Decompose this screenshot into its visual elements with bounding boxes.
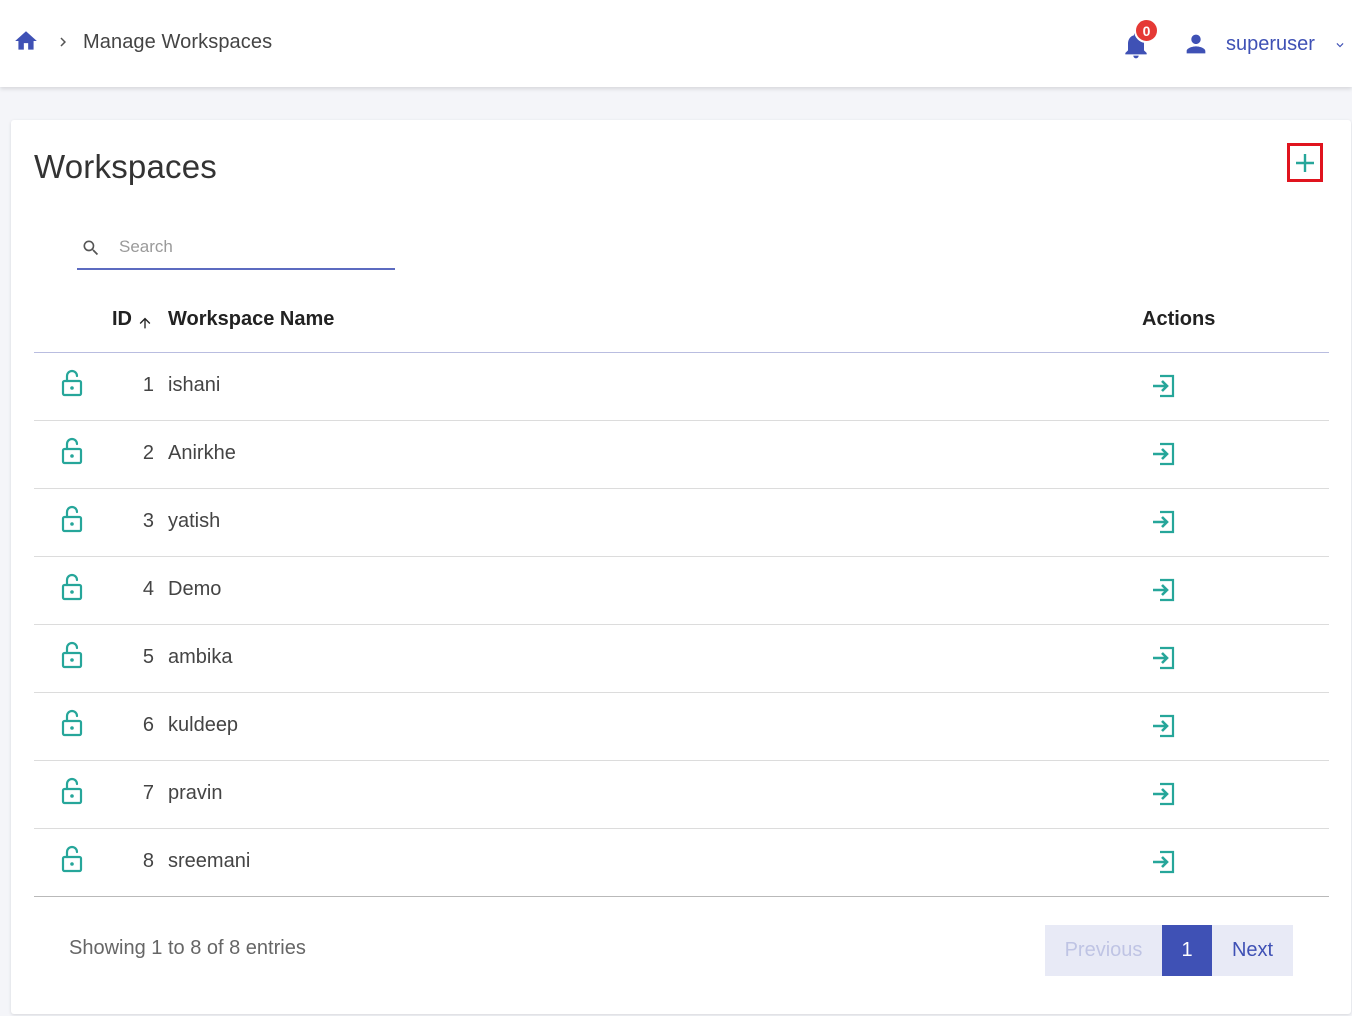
lock-open-icon[interactable]	[60, 777, 84, 805]
add-workspace-button[interactable]	[1287, 143, 1323, 182]
cell-workspace-name: kuldeep	[168, 714, 239, 736]
arrow-up-icon[interactable]	[137, 314, 153, 332]
next-page-button[interactable]: Next	[1212, 925, 1293, 976]
search-field	[77, 224, 395, 270]
cell-workspace-name: yatish	[168, 510, 221, 532]
lock-open-icon[interactable]	[60, 505, 84, 533]
table-row: 8 sreemani	[34, 829, 1329, 897]
user-menu-name[interactable]: superuser	[1226, 33, 1315, 56]
chevron-right-icon	[60, 37, 66, 47]
lock-open-icon[interactable]	[60, 641, 84, 669]
workspaces-card: Workspaces ID Workspace Name Actions 1 i…	[11, 120, 1351, 1014]
table-body: 1 ishani 2 Anirkhe 3 yatish 4 Demo 5 amb…	[34, 353, 1329, 897]
lock-open-icon[interactable]	[60, 437, 84, 465]
table-row: 5 ambika	[34, 625, 1329, 693]
login-icon[interactable]	[1150, 712, 1178, 740]
search-icon	[83, 240, 99, 256]
cell-id: 3	[142, 510, 154, 532]
login-icon[interactable]	[1150, 848, 1178, 876]
home-icon[interactable]	[12, 28, 40, 54]
cell-id: 8	[142, 850, 154, 872]
column-header-id[interactable]: ID	[112, 308, 132, 331]
notification-badge: 0	[1134, 18, 1159, 43]
cell-id: 6	[142, 714, 154, 736]
table-row: 6 kuldeep	[34, 693, 1329, 761]
table-row: 7 pravin	[34, 761, 1329, 829]
breadcrumb-current: Manage Workspaces	[83, 31, 273, 53]
column-header-actions: Actions	[1142, 308, 1216, 330]
column-header-workspace-name: Workspace Name	[168, 308, 335, 330]
login-icon[interactable]	[1150, 372, 1178, 400]
cell-workspace-name: sreemani	[168, 850, 251, 872]
person-icon	[1186, 34, 1206, 54]
cell-workspace-name: Demo	[168, 578, 222, 600]
search-input[interactable]	[119, 232, 389, 262]
top-bar: Manage Workspaces 0 superuser	[0, 0, 1352, 87]
previous-page-button[interactable]: Previous	[1045, 925, 1162, 976]
table-row: 2 Anirkhe	[34, 421, 1329, 489]
page-title: Workspaces	[34, 148, 217, 185]
cell-workspace-name: Anirkhe	[168, 442, 236, 464]
login-icon[interactable]	[1150, 508, 1178, 536]
login-icon[interactable]	[1150, 576, 1178, 604]
cell-id: 2	[142, 442, 154, 464]
entries-info: Showing 1 to 8 of 8 entries	[69, 937, 306, 959]
login-icon[interactable]	[1150, 644, 1178, 672]
lock-open-icon[interactable]	[60, 709, 84, 737]
pagination: Previous 1 Next	[1045, 925, 1293, 976]
table-row: 1 ishani	[34, 353, 1329, 421]
cell-workspace-name: ishani	[168, 374, 221, 396]
page-number-button[interactable]: 1	[1162, 925, 1212, 976]
lock-open-icon[interactable]	[60, 369, 84, 397]
cell-id: 4	[142, 578, 154, 600]
lock-open-icon[interactable]	[60, 573, 84, 601]
table-row: 4 Demo	[34, 557, 1329, 625]
login-icon[interactable]	[1150, 780, 1178, 808]
chevron-down-icon[interactable]	[1332, 38, 1348, 52]
plus-icon	[1296, 153, 1314, 172]
table-header: ID Workspace Name Actions	[34, 292, 1329, 353]
cell-workspace-name: ambika	[168, 646, 233, 668]
cell-id: 1	[142, 374, 154, 396]
cell-id: 7	[142, 782, 154, 804]
table-row: 3 yatish	[34, 489, 1329, 557]
lock-open-icon[interactable]	[60, 845, 84, 873]
login-icon[interactable]	[1150, 440, 1178, 468]
cell-id: 5	[142, 646, 154, 668]
cell-workspace-name: pravin	[168, 782, 223, 804]
